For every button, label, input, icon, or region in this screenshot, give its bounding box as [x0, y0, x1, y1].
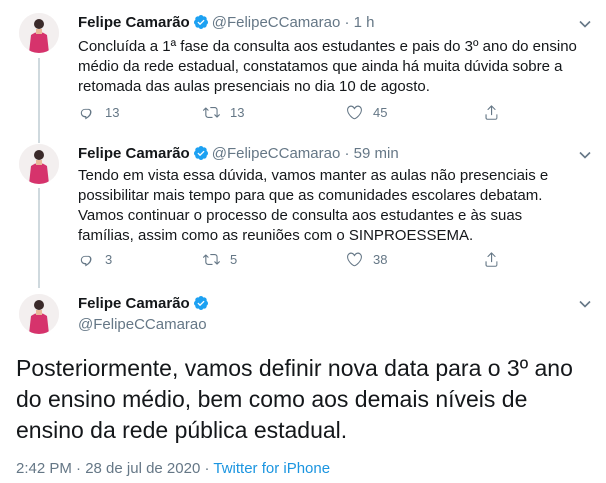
tweet-meta: 2:42 PM · 28 de jul de 2020 · Twitter fo…	[16, 460, 330, 478]
tweet-text: Concluída a 1ª fase da consulta aos estu…	[78, 38, 577, 95]
heart-icon	[347, 252, 362, 267]
author-name[interactable]: Felipe Camarão	[78, 145, 190, 162]
tweet-header: Felipe Camarão @FelipeCCamarao · 1 h	[78, 14, 375, 32]
reply-icon	[80, 255, 92, 267]
reply-button[interactable]: 13	[78, 104, 119, 121]
separator-dot: ·	[344, 14, 350, 31]
retweet-icon	[203, 254, 220, 265]
reply-icon	[80, 108, 92, 120]
like-button[interactable]: 45	[346, 104, 387, 121]
avatar[interactable]	[19, 294, 59, 334]
like-count: 45	[373, 105, 388, 120]
verified-badge-icon	[193, 146, 208, 160]
avatar[interactable]	[19, 13, 59, 53]
avatar[interactable]	[19, 144, 59, 184]
tweet-actions: 3 5 38	[78, 251, 508, 271]
author-name[interactable]: Felipe Camarão	[78, 295, 212, 313]
tweet-actions: 13 13 45	[78, 104, 508, 124]
main-tweet-text: Posteriormente, vamos definir nova data …	[16, 355, 573, 443]
author-name-text: Felipe Camarão	[78, 295, 190, 312]
chevron-down-icon[interactable]	[578, 17, 592, 31]
share-icon	[485, 252, 498, 267]
reply-count: 3	[105, 252, 113, 267]
like-button[interactable]: 38	[346, 251, 387, 268]
thread-line	[38, 188, 40, 288]
thread-line	[38, 58, 40, 143]
heart-icon	[347, 105, 362, 120]
share-button[interactable]	[483, 104, 510, 121]
reply-button[interactable]: 3	[78, 251, 112, 268]
retweet-count: 5	[230, 252, 238, 267]
share-icon	[485, 105, 498, 120]
source-link[interactable]: Twitter for iPhone	[213, 460, 330, 477]
retweet-button[interactable]: 13	[203, 104, 244, 121]
share-button[interactable]	[483, 251, 510, 268]
verified-badge-icon	[193, 15, 208, 29]
author-name[interactable]: Felipe Camarão	[78, 14, 190, 31]
retweet-button[interactable]: 5	[203, 251, 237, 268]
verified-badge-icon	[193, 296, 208, 310]
reply-count: 13	[105, 105, 120, 120]
chevron-down-icon[interactable]	[578, 297, 592, 311]
author-handle[interactable]: @FelipeCCamarao	[212, 145, 341, 162]
tweet-time[interactable]: 59 min	[354, 145, 399, 162]
tweet-text: Tendo em vista essa dúvida, vamos manter…	[78, 167, 549, 244]
retweet-icon	[203, 107, 220, 118]
author-handle[interactable]: @FelipeCCamarao	[212, 14, 341, 31]
tweet-time[interactable]: 1 h	[354, 14, 375, 31]
chevron-down-icon[interactable]	[578, 148, 592, 162]
like-count: 38	[373, 252, 388, 267]
author-handle[interactable]: @FelipeCCamarao	[78, 316, 207, 334]
retweet-count: 13	[230, 105, 245, 120]
separator-dot: ·	[344, 145, 350, 162]
tweet-header: Felipe Camarão @FelipeCCamarao · 59 min	[78, 145, 399, 163]
timestamp[interactable]: 2:42 PM · 28 de jul de 2020 ·	[16, 460, 213, 477]
